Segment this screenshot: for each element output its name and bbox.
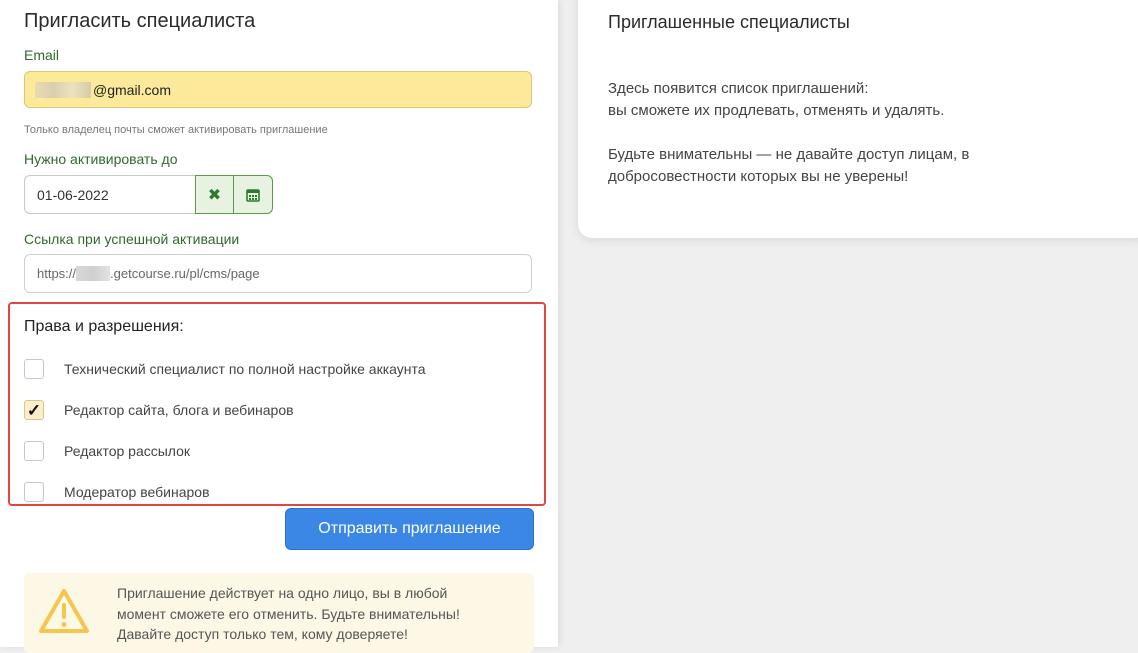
activate-until-label: Нужно активировать до: [24, 151, 178, 167]
warning-line: Приглашение действует на одно лицо, вы в…: [117, 585, 448, 601]
permission-label: Модератор вебинаров: [64, 484, 210, 500]
link-suffix: .getcourse.ru/pl/cms/page: [110, 266, 260, 281]
email-hint: Только владелец почты сможет активироват…: [24, 124, 328, 136]
open-calendar-button[interactable]: [234, 175, 273, 214]
permission-mailing-editor[interactable]: Редактор рассылок: [24, 441, 190, 461]
clear-date-button[interactable]: ✖: [195, 175, 234, 214]
date-picker-group: 01-06-2022 ✖: [24, 175, 273, 214]
invited-specialists-title: Приглашенные специалисты: [608, 12, 850, 32]
invite-form-panel: Пригласить специалиста Email @gmail.com …: [0, 0, 558, 653]
permission-checkbox[interactable]: [24, 441, 44, 461]
warning-text: Приглашение действует на одно лицо, вы в…: [117, 583, 517, 645]
permission-checkbox[interactable]: [24, 482, 44, 502]
invited-specialists-card: Приглашенные специалисты Здесь появится …: [578, 0, 1138, 238]
warning-line: Давайте доступ только тем, кому доверяет…: [117, 626, 408, 642]
caution-line: Будьте внимательны — не давайте доступ л…: [608, 146, 970, 163]
email-field[interactable]: @gmail.com: [24, 71, 532, 108]
permission-label: Технический специалист по полной настрой…: [64, 361, 426, 377]
link-prefix: https://: [37, 266, 77, 281]
date-input[interactable]: 01-06-2022: [24, 175, 195, 214]
invite-form-title: Пригласить специалиста: [24, 10, 256, 32]
clear-icon: ✖: [207, 186, 222, 204]
empty-state-line: Здесь появится список приглашений:: [608, 80, 869, 97]
permission-checkbox[interactable]: [24, 359, 44, 379]
caution-text: Будьте внимательны — не давайте доступ л…: [608, 144, 969, 188]
permission-label: Редактор рассылок: [64, 443, 191, 459]
redacted-subdomain: [76, 266, 111, 281]
permissions-title: Права и разрешения:: [24, 318, 184, 335]
empty-state-text: Здесь появится список приглашений: вы см…: [608, 78, 944, 122]
permission-label: Редактор сайта, блога и вебинаров: [64, 402, 294, 418]
warning-icon: [39, 589, 89, 633]
activation-link-input[interactable]: https:// .getcourse.ru/pl/cms/page: [24, 254, 532, 293]
email-value: @gmail.com: [93, 81, 172, 98]
checkmark-icon: ✓: [26, 400, 42, 420]
email-label: Email: [24, 47, 60, 63]
redacted-email-username: [35, 81, 91, 98]
permission-checkbox[interactable]: ✓: [24, 400, 44, 420]
permission-site-editor[interactable]: ✓ Редактор сайта, блога и вебинаров: [24, 400, 294, 420]
warning-notice: Приглашение действует на одно лицо, вы в…: [24, 573, 534, 653]
warning-line: момент сможете его отменить. Будьте вним…: [117, 605, 460, 622]
caution-line: добросовестности которых вы не уверены!: [608, 168, 909, 185]
permission-tech-specialist[interactable]: Технический специалист по полной настрой…: [24, 359, 426, 379]
activation-link-label: Ссылка при успешной активации: [24, 231, 240, 247]
calendar-icon: [246, 188, 260, 202]
empty-state-line: вы сможете их продлевать, отменять и уда…: [608, 102, 945, 119]
permission-webinar-moderator[interactable]: Модератор вебинаров: [24, 482, 210, 502]
send-invitation-button[interactable]: Отправить приглашение: [285, 508, 534, 550]
